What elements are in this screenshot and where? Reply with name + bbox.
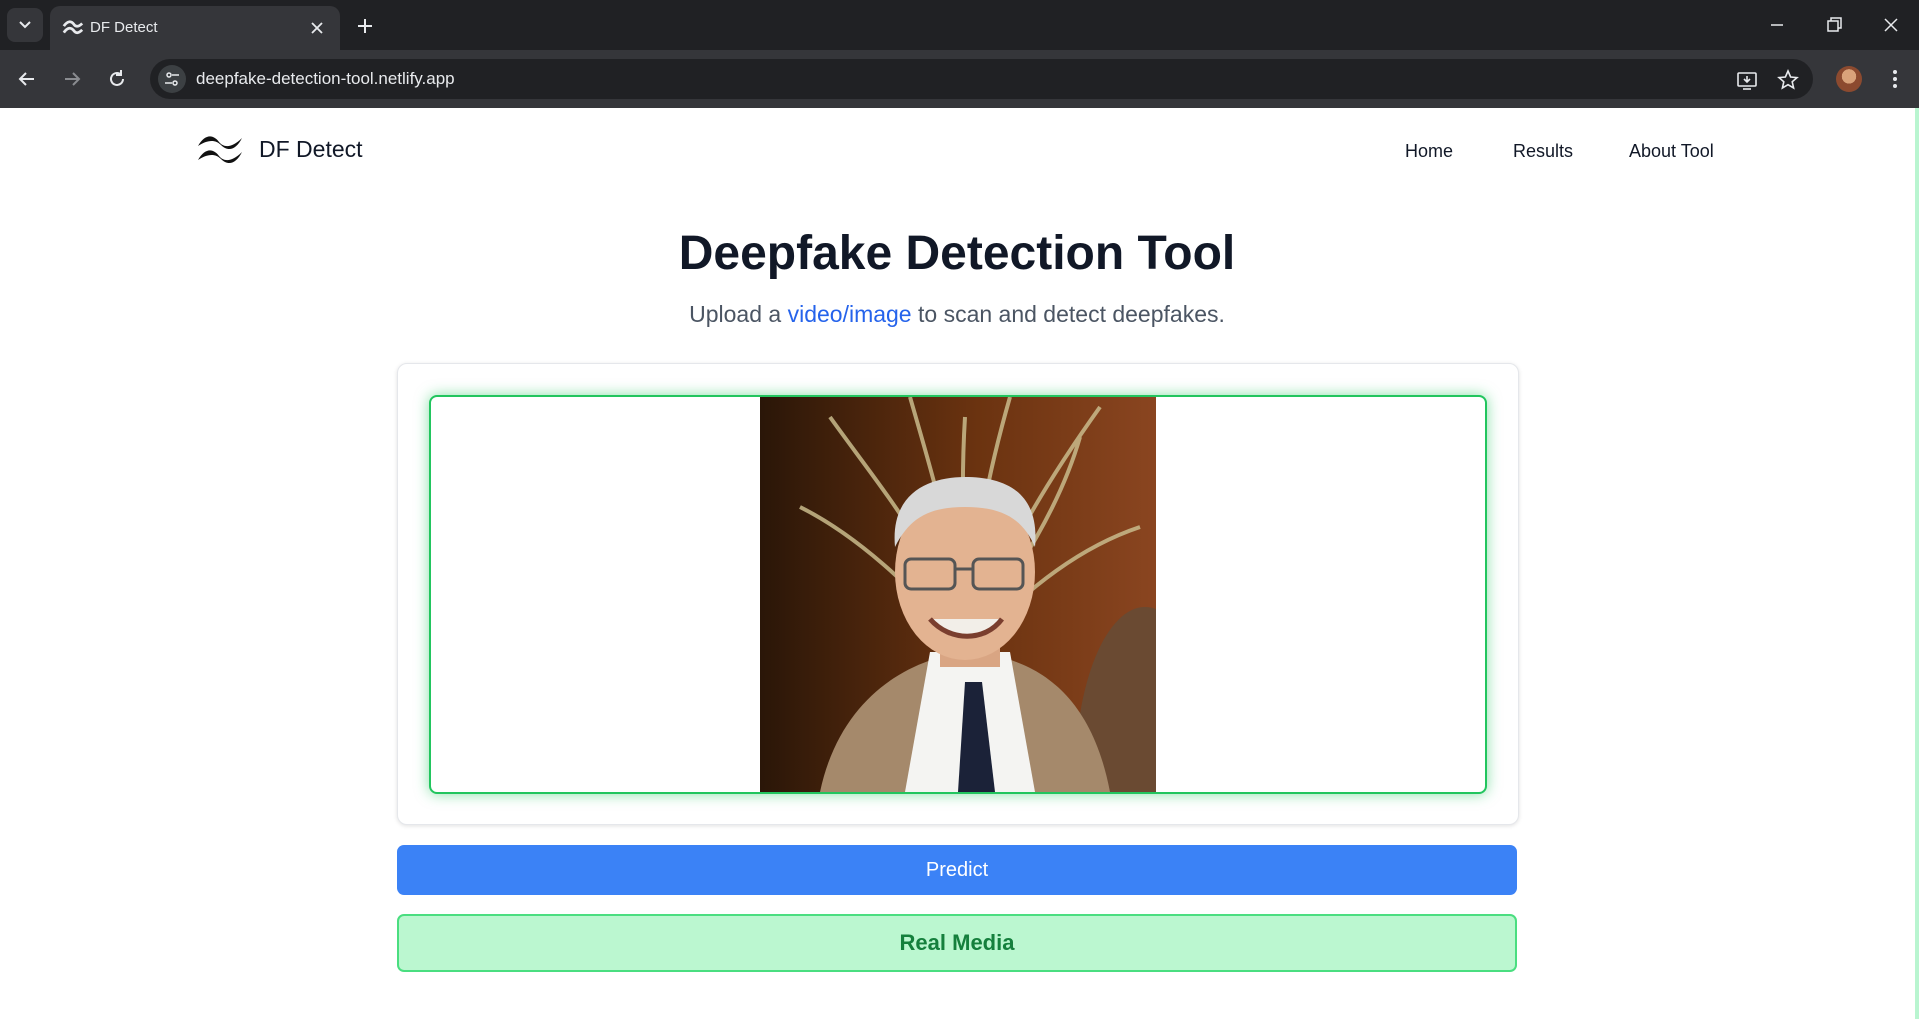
browser-tab[interactable]: DF Detect — [50, 6, 340, 50]
page-subtitle: Upload a video/image to scan and detect … — [0, 301, 1914, 328]
result-badge: Real Media — [397, 914, 1517, 972]
close-tab-icon[interactable] — [308, 19, 326, 37]
uploaded-photo — [760, 397, 1156, 792]
subtitle-highlight: video/image — [787, 301, 912, 327]
subtitle-text-end: to scan and detect deepfakes. — [911, 301, 1225, 327]
tab-favicon-icon — [62, 20, 84, 35]
nav-results-link[interactable]: Results — [1513, 141, 1573, 162]
restore-icon[interactable] — [1823, 14, 1845, 36]
tune-icon — [165, 72, 179, 86]
back-arrow-icon[interactable] — [16, 68, 38, 90]
nav-home-link[interactable]: Home — [1405, 141, 1453, 162]
tab-title: DF Detect — [90, 19, 158, 36]
new-tab-icon[interactable] — [354, 15, 376, 37]
bookmark-star-icon[interactable] — [1777, 69, 1799, 91]
brand-name[interactable]: DF Detect — [259, 136, 363, 163]
tab-search-button[interactable] — [7, 8, 43, 42]
address-bar[interactable]: deepfake-detection-tool.netlify.app — [150, 59, 1813, 99]
more-menu-icon[interactable] — [1884, 68, 1906, 90]
logo-icon[interactable] — [196, 132, 244, 164]
install-app-icon[interactable] — [1736, 69, 1758, 91]
page-title: Deepfake Detection Tool — [678, 227, 1236, 280]
site-info-button[interactable] — [158, 65, 186, 93]
reload-icon[interactable] — [106, 68, 128, 90]
subtitle-text-start: Upload a — [689, 301, 788, 327]
upload-card — [397, 363, 1519, 825]
chevron-down-icon — [19, 21, 31, 29]
forward-arrow-icon[interactable] — [61, 68, 83, 90]
minimize-icon[interactable] — [1766, 14, 1788, 36]
media-preview[interactable] — [429, 395, 1487, 794]
predict-button[interactable]: Predict — [397, 845, 1517, 895]
profile-avatar[interactable] — [1836, 66, 1862, 92]
url-text: deepfake-detection-tool.netlify.app — [196, 69, 455, 88]
web-page: DF Detect Home Results About Tool Deepfa… — [0, 108, 1919, 1019]
close-window-icon[interactable] — [1880, 14, 1902, 36]
page-edge-accent — [1915, 108, 1919, 1019]
nav-about-link[interactable]: About Tool — [1629, 141, 1714, 162]
browser-tab-bar: DF Detect — [0, 0, 1919, 50]
browser-toolbar: deepfake-detection-tool.netlify.app — [0, 50, 1919, 108]
